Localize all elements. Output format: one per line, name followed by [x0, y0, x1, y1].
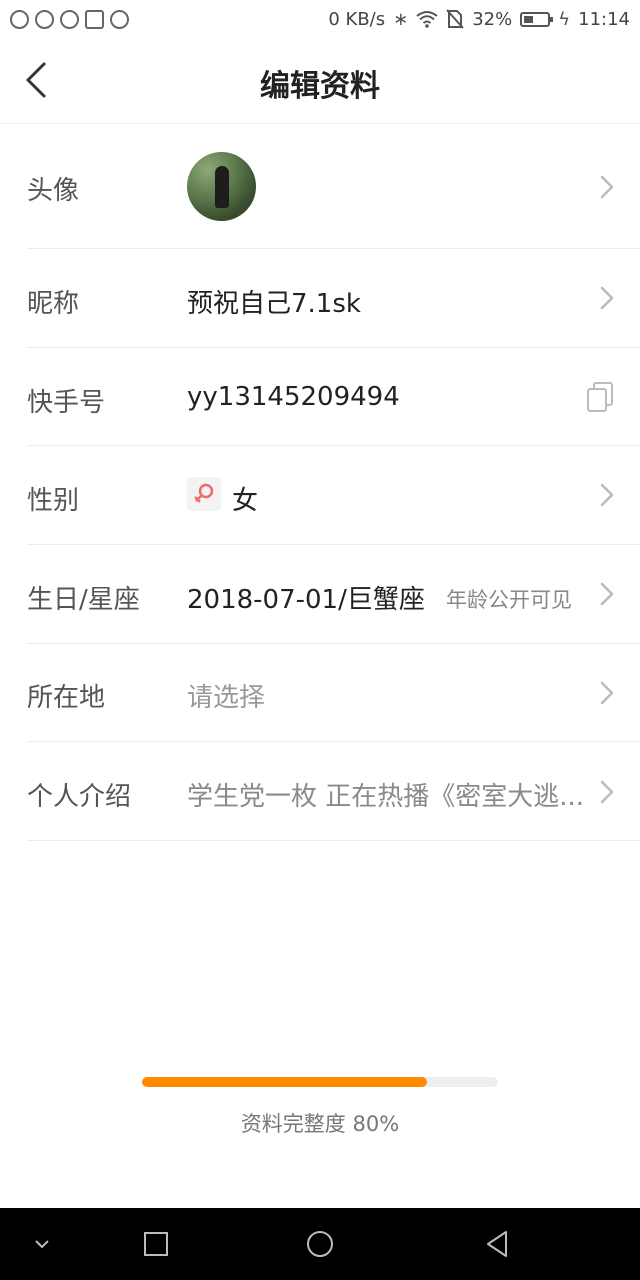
chevron-right-icon: [600, 582, 614, 606]
notification-icons: [10, 9, 129, 29]
row-gender[interactable]: 性别 女: [27, 446, 640, 545]
wifi-icon: [416, 11, 438, 28]
collapse-chevron-icon[interactable]: [26, 1228, 58, 1260]
nickname-value: 预祝自己7.1sk: [187, 289, 361, 319]
charging-icon: ϟ: [558, 8, 571, 30]
no-sim-icon: [446, 9, 464, 29]
chevron-right-icon: [600, 175, 614, 199]
row-nickname[interactable]: 昵称 预祝自己7.1sk: [27, 249, 640, 348]
battery-percent: 32%: [472, 8, 513, 30]
battery-icon: [520, 11, 554, 27]
gender-value: 女: [232, 486, 259, 516]
search-app-icon: [35, 9, 54, 29]
system-nav-bar: [0, 1208, 640, 1280]
row-label-birthday: 生日/星座: [27, 585, 140, 615]
gender-badge: [187, 477, 221, 511]
profile-completeness-fill: [142, 1077, 427, 1087]
age-visibility-note: 年龄公开可见: [446, 588, 572, 612]
weibo-icon: [60, 9, 79, 29]
bluetooth-icon: ∗: [393, 8, 409, 30]
row-label-bio: 个人介绍: [27, 782, 132, 812]
row-birthday[interactable]: 生日/星座 2018-07-01/巨蟹座 年龄公开可见: [27, 545, 640, 644]
row-avatar[interactable]: 头像: [27, 125, 640, 249]
row-kuaishou-id: 快手号 yy13145209494: [27, 348, 640, 446]
header: 编辑资料: [0, 38, 640, 124]
female-icon: [194, 483, 214, 503]
chevron-right-icon: [600, 483, 614, 507]
row-bio[interactable]: 个人介绍 学生党一枚 正在热播《密室大逃...: [27, 742, 640, 841]
profile-completeness-bar: [142, 1077, 498, 1087]
status-bar: 0 KB/s ∗ 32% ϟ 11:14: [0, 0, 640, 38]
network-speed: 0 KB/s: [328, 8, 386, 30]
page-title: 编辑资料: [260, 69, 380, 104]
kuaishou-id-value: yy13145209494: [187, 382, 400, 412]
bio-value: 学生党一枚 正在热播《密室大逃...: [187, 782, 582, 812]
location-value: 请选择: [187, 683, 266, 713]
chevron-right-icon: [600, 681, 614, 705]
no-disturb-icon: [110, 9, 129, 29]
chevron-right-icon: [600, 780, 614, 804]
row-label-gender: 性别: [27, 486, 80, 516]
row-location[interactable]: 所在地 请选择: [27, 644, 640, 742]
birthday-value: 2018-07-01/巨蟹座: [187, 585, 425, 615]
gallery-icon: [85, 9, 104, 29]
row-label-location: 所在地: [27, 683, 106, 713]
avatar[interactable]: [187, 152, 256, 221]
row-label-kuaishou-id: 快手号: [27, 388, 106, 418]
clock: 11:14: [578, 8, 630, 30]
avatar-person-figure: [215, 166, 229, 208]
home-circle-icon[interactable]: [304, 1228, 336, 1260]
copy-icon[interactable]: [586, 381, 614, 413]
recents-square-icon[interactable]: [140, 1228, 172, 1260]
message-icon: [10, 9, 29, 29]
row-label-avatar: 头像: [27, 176, 80, 206]
back-triangle-icon[interactable]: [482, 1228, 514, 1260]
chevron-right-icon: [600, 286, 614, 310]
row-label-nickname: 昵称: [27, 289, 80, 319]
profile-completeness-label: 资料完整度 80%: [240, 1112, 400, 1136]
